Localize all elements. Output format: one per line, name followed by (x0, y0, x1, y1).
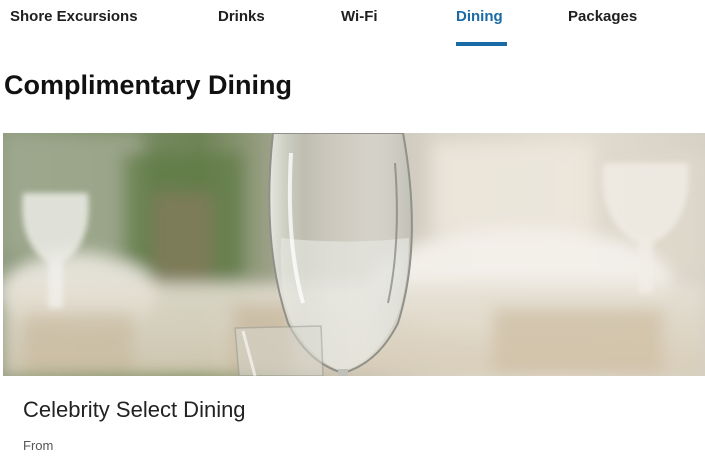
dining-card[interactable]: Celebrity Select Dining From (3, 133, 705, 457)
card-title[interactable]: Celebrity Select Dining (23, 397, 246, 423)
active-tab-indicator (456, 42, 507, 46)
tab-drinks[interactable]: Drinks (218, 8, 265, 25)
tab-packages[interactable]: Packages (568, 8, 637, 25)
tab-shore-excursions[interactable]: Shore Excursions (10, 8, 138, 25)
price-from-label: From (23, 438, 54, 453)
tab-dining[interactable]: Dining (456, 8, 503, 25)
category-tabs: Shore Excursions Drinks Wi-Fi Dining Pac… (0, 0, 705, 50)
tab-wifi[interactable]: Wi-Fi (341, 8, 378, 25)
section-title: Complimentary Dining (4, 70, 293, 100)
wine-glass-photo[interactable] (3, 133, 705, 376)
